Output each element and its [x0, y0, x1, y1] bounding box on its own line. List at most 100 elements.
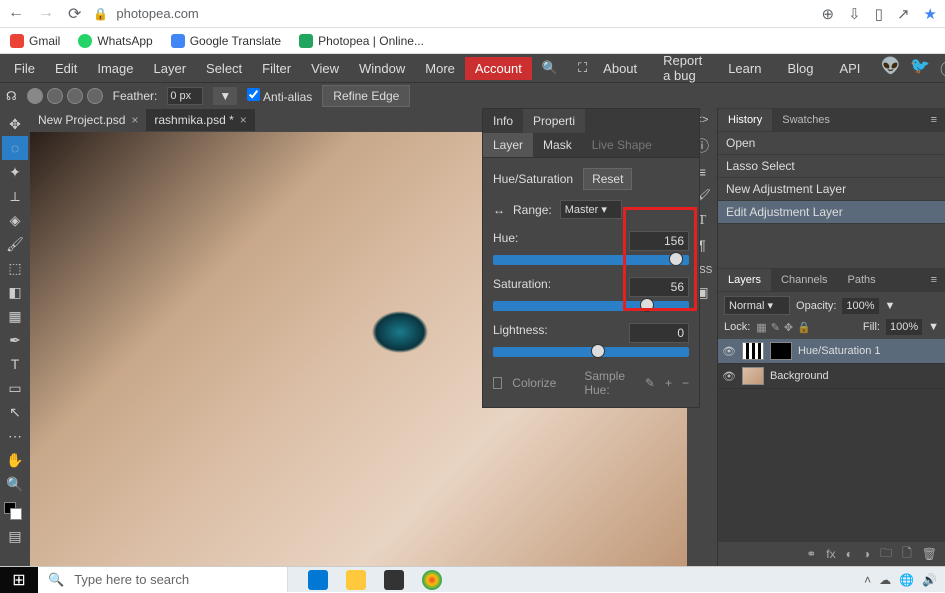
- start-button[interactable]: ⊞: [0, 567, 38, 593]
- share-icon[interactable]: ↗: [897, 5, 910, 23]
- reader-icon[interactable]: ▯: [875, 5, 883, 23]
- shape-tool[interactable]: ▭: [2, 376, 28, 400]
- tray-network-icon[interactable]: 🌐: [899, 573, 914, 587]
- tab-history[interactable]: History: [718, 109, 772, 131]
- new-folder-icon[interactable]: 🗀: [880, 544, 892, 565]
- subtab-mask[interactable]: Mask: [533, 133, 582, 157]
- history-item[interactable]: Open: [718, 132, 945, 155]
- selection-intersect-icon[interactable]: [87, 88, 103, 104]
- layer-effects-icon[interactable]: fx: [826, 547, 835, 561]
- menu-blog[interactable]: Blog: [781, 57, 819, 80]
- adjustment-layer-icon[interactable]: ◑: [863, 547, 870, 561]
- quick-mask-tool[interactable]: ▤: [2, 524, 28, 548]
- refine-edge-button[interactable]: Refine Edge: [322, 85, 410, 107]
- layer-name[interactable]: Hue/Saturation 1: [798, 345, 881, 357]
- doc-tab-1[interactable]: New Project.psd×: [30, 109, 146, 131]
- eraser-tool[interactable]: ◧: [2, 280, 28, 304]
- close-icon[interactable]: ×: [131, 113, 138, 127]
- taskbar-search[interactable]: 🔍 Type here to search: [38, 567, 288, 592]
- colorize-checkbox[interactable]: [493, 377, 502, 389]
- lightness-input[interactable]: 0: [629, 323, 689, 343]
- eyedropper-tool[interactable]: ◈: [2, 208, 28, 232]
- url-bar[interactable]: 🔒 photopea.com: [93, 6, 198, 21]
- layer-thumbnail[interactable]: [742, 367, 764, 385]
- lock-all-icon[interactable]: ✥: [784, 321, 793, 334]
- minus-icon[interactable]: −: [682, 376, 689, 390]
- pen-tool[interactable]: ✒: [2, 328, 28, 352]
- tray-chevron-icon[interactable]: ˄: [864, 573, 871, 587]
- taskbar-app-explorer[interactable]: [346, 570, 366, 590]
- brush-tool[interactable]: 🖌: [2, 232, 28, 256]
- taskbar-app-vscode[interactable]: [308, 570, 328, 590]
- lightness-slider[interactable]: [493, 347, 689, 357]
- fill-dropdown[interactable]: ▼: [928, 321, 939, 333]
- lock-position-icon[interactable]: ✎: [771, 321, 780, 334]
- layer-name[interactable]: Background: [770, 370, 829, 382]
- visibility-icon[interactable]: 👁: [722, 370, 736, 383]
- lock-pixels-icon[interactable]: ▦: [756, 321, 766, 334]
- blend-mode-select[interactable]: Normal ▾: [724, 296, 790, 315]
- wand-tool[interactable]: ✦: [2, 160, 28, 184]
- menu-api[interactable]: API: [833, 57, 866, 80]
- background-color[interactable]: [10, 508, 22, 520]
- facebook-icon[interactable]: ⓕ: [940, 56, 945, 80]
- move-tool[interactable]: ✥: [2, 112, 28, 136]
- menu-more[interactable]: More: [415, 57, 465, 80]
- plus-icon[interactable]: +: [665, 376, 672, 390]
- panel-menu-icon[interactable]: ≡: [923, 110, 945, 130]
- hand-tool[interactable]: ✋: [2, 448, 28, 472]
- menu-window[interactable]: Window: [349, 57, 415, 80]
- opacity-input[interactable]: 100%: [842, 298, 878, 314]
- layer-mask-thumbnail[interactable]: [770, 342, 792, 360]
- history-item[interactable]: New Adjustment Layer: [718, 178, 945, 201]
- bookmark-star-icon[interactable]: ★: [924, 5, 937, 23]
- lasso-tool[interactable]: ◌: [2, 136, 28, 160]
- reload-button[interactable]: ⟳: [68, 4, 81, 24]
- search-icon[interactable]: 🔍: [532, 56, 568, 80]
- antialias-checkbox[interactable]: Anti-alias: [247, 88, 312, 104]
- tab-info[interactable]: Info: [483, 109, 523, 133]
- subtab-layer[interactable]: Layer: [483, 133, 533, 157]
- link-layers-icon[interactable]: ⚭: [806, 547, 816, 561]
- feather-dropdown[interactable]: ▼: [213, 87, 237, 105]
- tab-properties[interactable]: Properti: [523, 109, 585, 133]
- bookmark-translate[interactable]: Google Translate: [171, 34, 281, 48]
- taskbar-app-terminal[interactable]: [384, 570, 404, 590]
- doc-tab-2[interactable]: rashmika.psd *×: [146, 109, 254, 131]
- visibility-icon[interactable]: 👁: [722, 345, 736, 358]
- expand-icon[interactable]: ↔: [493, 203, 505, 217]
- history-item[interactable]: Edit Adjustment Layer: [718, 201, 945, 224]
- selection-new-icon[interactable]: [27, 88, 43, 104]
- eyedropper-icon[interactable]: ✎: [645, 376, 655, 390]
- tray-cloud-icon[interactable]: ☁: [879, 573, 891, 587]
- spacer-tool[interactable]: ⋯: [2, 424, 28, 448]
- lock-icon[interactable]: 🔒: [797, 321, 811, 334]
- fullscreen-icon[interactable]: ⛶: [568, 56, 597, 80]
- selection-add-icon[interactable]: [47, 88, 63, 104]
- layer-thumbnail[interactable]: [742, 342, 764, 360]
- menu-about[interactable]: About: [597, 57, 643, 80]
- reddit-icon[interactable]: 👽: [880, 56, 900, 80]
- clone-tool[interactable]: ⬚: [2, 256, 28, 280]
- menu-edit[interactable]: Edit: [45, 57, 87, 80]
- menu-learn[interactable]: Learn: [722, 57, 767, 80]
- back-button[interactable]: ←: [8, 4, 24, 24]
- download-icon[interactable]: ⇩: [848, 5, 861, 23]
- layer-item[interactable]: 👁 Background: [718, 364, 945, 389]
- bookmark-whatsapp[interactable]: WhatsApp: [78, 34, 152, 48]
- tab-paths[interactable]: Paths: [838, 269, 886, 291]
- fill-input[interactable]: 100%: [886, 319, 922, 335]
- path-tool[interactable]: ↖: [2, 400, 28, 424]
- new-layer-icon[interactable]: 🗋: [902, 544, 912, 565]
- opacity-dropdown[interactable]: ▼: [885, 300, 896, 312]
- tab-layers[interactable]: Layers: [718, 269, 771, 291]
- menu-filter[interactable]: Filter: [252, 57, 301, 80]
- forward-button[interactable]: →: [38, 4, 54, 24]
- layer-item[interactable]: 👁 Hue/Saturation 1: [718, 339, 945, 364]
- history-item[interactable]: Lasso Select: [718, 155, 945, 178]
- reset-button[interactable]: Reset: [583, 168, 632, 190]
- menu-view[interactable]: View: [301, 57, 349, 80]
- twitter-icon[interactable]: 🐦: [910, 56, 930, 80]
- panel-menu-icon[interactable]: ≡: [923, 270, 945, 290]
- range-select[interactable]: Master ▾: [560, 200, 622, 219]
